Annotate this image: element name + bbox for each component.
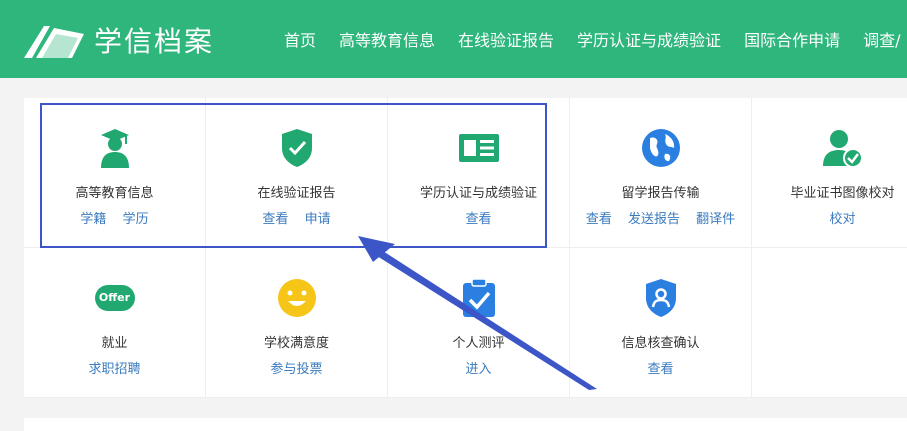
service-info-verification: 信息核查确认 查看 [570,248,752,398]
nav-online-report[interactable]: 在线验证报告 [458,27,554,51]
nav-survey[interactable]: 调查/ [863,27,900,51]
shield-user-icon [645,279,676,317]
link-job-hunting[interactable]: 求职招聘 [88,362,140,377]
logo-text: 学信档案 [94,25,215,58]
nav-degree-certification[interactable]: 学历认证与成绩验证 [577,27,721,51]
annotation-highlight-box [40,103,547,248]
clipboard-check-icon [462,278,495,317]
globe-icon [641,129,680,167]
logo-icon [24,26,84,58]
service-title: 就业 [101,336,128,351]
secondary-panel [24,418,907,431]
nav-higher-education[interactable]: 高等教育信息 [339,27,435,51]
link-view-transfer[interactable]: 查看 [586,212,612,227]
link-vote[interactable]: 参与投票 [270,362,322,377]
service-study-abroad-report: 留学报告传输 查看 发送报告 翻译件 [570,98,752,248]
empty-cell [752,248,907,398]
offer-icon-text: Offer [98,291,131,304]
service-employment: Offer 就业 求职招聘 [24,248,206,398]
service-school-satisfaction: 学校满意度 参与投票 [206,248,388,398]
main-nav: 首页 高等教育信息 在线验证报告 学历认证与成绩验证 国际合作申请 调查/ [284,0,907,78]
logo[interactable]: 学信档案 [22,18,214,62]
link-proofread[interactable]: 校对 [829,212,855,227]
top-navigation-bar: 学信档案 首页 高等教育信息 在线验证报告 学历认证与成绩验证 国际合作申请 调… [0,0,907,78]
link-translation[interactable]: 翻译件 [696,212,735,227]
link-enter-assessment[interactable]: 进入 [465,362,491,377]
smiley-icon [277,279,316,317]
service-personal-assessment: 个人测评 进入 [388,248,570,398]
offer-icon: Offer [94,285,135,311]
link-view-verification[interactable]: 查看 [647,362,673,377]
service-title: 个人测评 [452,336,505,351]
service-title: 学校满意度 [263,336,329,351]
nav-international[interactable]: 国际合作申请 [744,27,840,51]
service-title: 留学报告传输 [621,186,700,201]
service-title: 毕业证书图像校对 [790,186,895,201]
nav-home[interactable]: 首页 [284,27,316,51]
user-check-icon [822,130,863,168]
service-title: 信息核查确认 [621,336,700,351]
link-send-report[interactable]: 发送报告 [628,212,680,227]
service-certificate-proofread: 毕业证书图像校对 校对 [752,98,907,248]
